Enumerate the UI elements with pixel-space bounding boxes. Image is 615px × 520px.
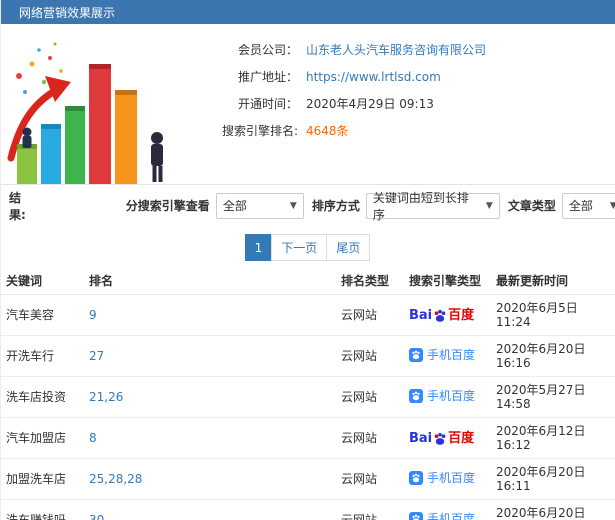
bar-chart-illustration [1,24,186,184]
company-label: 会员公司： [237,43,298,57]
filter-bar: 结果: 分搜索引擎查看 全部 ▼ 排序方式 关键词由短到长排序 ▼ 文章类型 全… [1,184,615,226]
engine-filter-value: 全部 [222,199,247,213]
rank-type-cell: 云网站 [336,417,404,459]
col-header-keyword: 关键词 [1,268,84,295]
table-row: 开洗车行 27 云网站 手机百度 2020年6月20日 16:16 [1,335,615,377]
chevron-down-icon: ▼ [485,200,493,211]
engine-filter-label: 分搜索引擎查看 [125,199,210,213]
rank-link[interactable]: 8 [89,431,97,445]
promo-url-row: 推广地址： https://www.lrtlsd.com [186,63,615,90]
app-header: 网络营销效果展示 [1,0,615,24]
table-row: 加盟洗车店 25,28,28 云网站 手机百度 2020年6月20日 16:11 [1,458,615,500]
keyword-cell: 洗车店投资 [1,376,84,418]
table-row: 洗车店投资 21,26 云网站 手机百度 2020年5月27日 14:58 [1,376,615,418]
pagination-last-button[interactable]: 尾页 [326,234,371,261]
info-section: 会员公司： 山东老人头汽车服务咨询有限公司 推广地址： https://www.… [1,24,615,184]
promo-url-label: 推广地址： [237,70,298,84]
results-table: 关键词 排名 排名类型 搜索引擎类型 最新更新时间 汽车美容 9 云网站 Bai… [1,268,615,520]
mobile-baidu-badge: 手机百度 [409,388,475,403]
update-time-cell: 2020年6月20日 16:16 [491,335,615,377]
engine-rank-row: 搜索引擎排名: 4648条 [186,117,615,144]
keyword-cell: 开洗车行 [1,335,84,377]
keyword-cell: 汽车美容 [1,294,84,336]
table-row: 洗车赚钱吗 30 云网站 手机百度 2020年6月20日 16:12 [1,499,615,520]
update-time-cell: 2020年5月27日 14:58 [491,376,615,418]
page-title: 网络营销效果展示 [19,5,116,20]
keyword-cell: 洗车赚钱吗 [1,499,84,520]
rank-link[interactable]: 9 [89,308,97,322]
mobile-baidu-icon [409,470,423,485]
open-time-label: 开通时间： [237,97,298,111]
update-time-cell: 2020年6月12日 16:12 [491,417,615,459]
col-header-rank-type: 排名类型 [336,268,404,295]
pagination-next-button[interactable]: 下一页 [271,234,328,261]
update-time-cell: 2020年6月20日 16:11 [491,458,615,500]
update-time-cell: 2020年6月20日 16:12 [491,499,615,520]
type-filter-label: 文章类型 [507,199,556,213]
rank-link[interactable]: 25,28,28 [89,472,142,486]
rank-type-cell: 云网站 [336,294,404,336]
pagination: 1 下一页 尾页 [1,226,615,268]
rank-link[interactable]: 30 [89,513,104,520]
baidu-paw-icon [434,432,446,445]
type-filter-value: 全部 [568,199,593,213]
mobile-baidu-badge: 手机百度 [409,470,475,485]
type-filter-select[interactable]: 全部 ▼ [561,192,615,219]
member-info: 会员公司： 山东老人头汽车服务咨询有限公司 推广地址： https://www.… [186,24,615,184]
open-time-value: 2020年4月29日 09:13 [306,97,434,111]
col-header-update-time: 最新更新时间 [491,268,615,295]
rank-type-cell: 云网站 [336,376,404,418]
table-row: 汽车加盟店 8 云网站 Bai 百度 2020年6月12日 16:12 [1,417,615,459]
engine-filter-select[interactable]: 全部 ▼ [215,192,304,219]
chevron-down-icon: ▼ [289,200,297,211]
sort-filter-select[interactable]: 关键词由短到长排序 ▼ [365,191,500,222]
baidu-logo-icon: Bai 百度 [409,307,475,323]
result-label: 结果: [9,190,26,222]
promo-url-link[interactable]: https://www.lrtlsd.com [306,70,441,84]
rank-type-cell: 云网站 [336,499,404,520]
company-link[interactable]: 山东老人头汽车服务咨询有限公司 [306,41,486,58]
baidu-logo-icon: Bai 百度 [409,430,475,446]
rank-type-cell: 云网站 [336,335,404,377]
baidu-paw-icon [434,309,446,322]
update-time-cell: 2020年6月5日 11:24 [491,294,615,336]
rank-link[interactable]: 27 [89,349,104,363]
chevron-down-icon: ▼ [610,201,615,211]
col-header-engine-type: 搜索引擎类型 [404,268,491,295]
company-row: 会员公司： 山东老人头汽车服务咨询有限公司 [186,36,615,63]
mobile-baidu-badge: 手机百度 [409,347,475,362]
page: 网络营销效果展示 会员公司： 山东老人头汽车服务咨询有限公司 推广地址： htt… [0,0,615,520]
bar-chart-illustration-svg [7,42,163,184]
table-row: 汽车美容 9 云网站 Bai 百度 2020年6月5日 11:24 [1,294,615,336]
sort-filter-value: 关键词由短到长排序 [372,190,469,222]
mobile-baidu-badge: 手机百度 [409,511,475,520]
sort-filter-label: 排序方式 [311,199,360,213]
open-time-row: 开通时间： 2020年4月29日 09:13 [186,90,615,117]
mobile-baidu-icon [409,347,423,362]
rank-link[interactable]: 21,26 [89,390,123,404]
mobile-baidu-icon [409,511,423,520]
engine-rank-count: 4648条 [306,124,349,138]
engine-rank-label: 搜索引擎排名: [221,124,298,138]
pagination-page-1[interactable]: 1 [244,234,273,261]
col-header-rank: 排名 [84,268,336,295]
keyword-cell: 加盟洗车店 [1,458,84,500]
table-header-row: 关键词 排名 排名类型 搜索引擎类型 最新更新时间 [1,268,615,295]
rank-type-cell: 云网站 [336,458,404,500]
keyword-cell: 汽车加盟店 [1,417,84,459]
mobile-baidu-icon [409,388,423,403]
